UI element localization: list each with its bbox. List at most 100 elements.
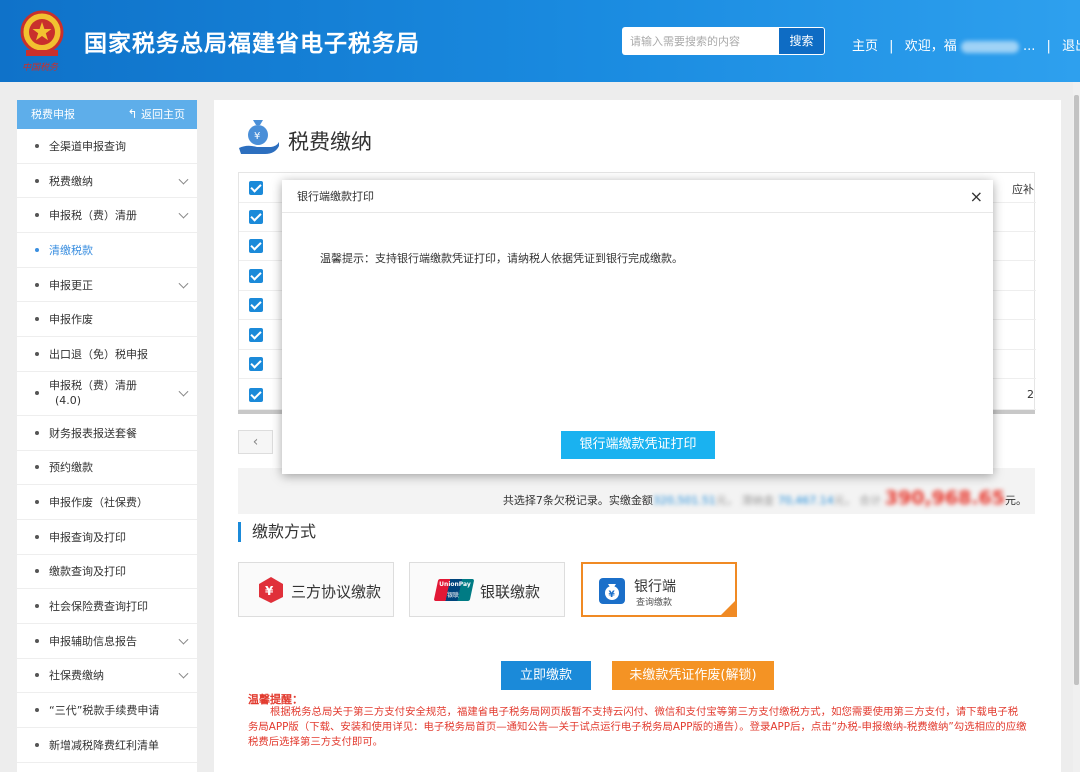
sidebar-item-label: 缴款查询及打印: [49, 565, 126, 579]
top-header: 中国税务 国家税务总局福建省电子税务局 搜索 主页 | 欢迎，福 ... | 退…: [0, 0, 1080, 82]
back-arrow-icon: ↰: [127, 107, 138, 121]
sidebar-item-label: 申报作废: [49, 313, 93, 327]
pay-method-unionpay[interactable]: UnionPay 银联 银联缴款: [409, 562, 565, 617]
sidebar-item-label: 预约缴款: [49, 461, 93, 475]
sidebar-header: 税费申报 ↰ 返回主页: [17, 100, 197, 129]
row-checkbox[interactable]: [249, 269, 263, 283]
sidebar-item[interactable]: 申报税（费）清册: [17, 198, 197, 234]
row-checkbox[interactable]: [249, 298, 263, 312]
back-home-link[interactable]: ↰ 返回主页: [127, 100, 185, 129]
svg-text:¥: ¥: [609, 590, 616, 600]
sidebar-item-label: 税费缴纳: [49, 174, 93, 188]
late-fee-unit: 元，: [833, 494, 856, 507]
sidebar-item-label: 社会保险费查询打印: [49, 600, 148, 614]
row-checkbox[interactable]: [249, 210, 263, 224]
money-bag-hand-icon: ¥: [239, 120, 279, 154]
search-input[interactable]: [622, 27, 778, 55]
sidebar-item[interactable]: 税费缴纳: [17, 164, 197, 199]
total-label: 合计: [859, 494, 882, 507]
sidebar-item[interactable]: 出口退（免）税申报: [17, 337, 197, 372]
pay-method-label: 银行端: [634, 579, 676, 595]
chevron-down-icon: [178, 278, 189, 289]
sidebar-item-label-line2: (4.0): [55, 394, 82, 408]
nav-ellipsis: ...: [1022, 39, 1036, 54]
sidebar-item[interactable]: 财务报表报送套餐: [17, 416, 197, 451]
sidebar-item-label: 社保费缴纳: [49, 669, 104, 683]
sidebar-item[interactable]: 申报辅助信息报告: [17, 624, 197, 659]
print-voucher-button[interactable]: 银行端缴款凭证打印: [561, 431, 715, 459]
paid-unit: 元，: [715, 494, 738, 507]
modal-title: 银行端缴款打印: [297, 190, 374, 203]
modal-message: 温馨提示：支持银行端缴款凭证打印，请纳税人依据凭证到银行完成缴款。: [320, 252, 683, 265]
pay-method-label: 三方协议缴款: [291, 583, 382, 601]
back-home-label: 返回主页: [141, 108, 185, 121]
sidebar-item-label: “三代”税款手续费申请: [49, 704, 160, 718]
sidebar-item[interactable]: 全渠道申报查询: [17, 129, 197, 164]
nav-logout-link[interactable]: 退出: [1062, 35, 1080, 54]
pay-method-bank[interactable]: ¥ 银行端 查询缴款: [581, 562, 737, 617]
sidebar-item[interactable]: 预约缴款: [17, 451, 197, 486]
sidebar-item[interactable]: 社保费缴纳: [17, 659, 197, 694]
tip-text: 根据税务总局关于第三方支付安全规范，福建省电子税务局网页版暂不支持云闪付、微信和…: [248, 706, 1027, 748]
search-button[interactable]: 搜索: [778, 27, 825, 55]
pay-method-sanfang[interactable]: ¥ 三方协议缴款: [238, 562, 394, 617]
close-icon[interactable]: ×: [970, 180, 983, 213]
summary-bar: 共选择7条欠税记录。实缴金额320,501.51元， 滞纳金 70,467.14…: [238, 468, 1035, 514]
pager-prev-button[interactable]: ‹: [238, 430, 273, 454]
chevron-down-icon: [178, 386, 189, 397]
nav-home-link[interactable]: 主页: [852, 35, 878, 54]
late-fee-amount: 70,467.14: [777, 494, 834, 507]
row-checkbox[interactable]: [249, 357, 263, 371]
sidebar-item-label: 申报辅助信息报告: [49, 634, 137, 648]
modal-header: 银行端缴款打印 ×: [282, 180, 993, 213]
sidebar-item-label: 出口退（免）税申报: [49, 347, 148, 361]
page-title: 税费缴纳: [288, 130, 372, 154]
total-suffix: 元。: [1005, 494, 1027, 507]
late-fee-label: 滞纳金: [741, 494, 775, 507]
sidebar-item-label: 全渠道申报查询: [49, 139, 126, 153]
sidebar-item[interactable]: 社会保险费查询打印: [17, 589, 197, 624]
pay-method-label: 银联缴款: [480, 583, 541, 601]
paid-amount: 320,501.51: [652, 494, 716, 507]
void-voucher-button[interactable]: 未缴款凭证作废(解锁): [612, 661, 774, 690]
sidebar-item[interactable]: 申报税（费）清册 (4.0): [17, 372, 197, 416]
sidebar-item[interactable]: 新增减税降费红利清单: [17, 728, 197, 763]
bank-yuan-icon: ¥: [599, 578, 625, 604]
row-checkbox[interactable]: [249, 388, 263, 402]
summary-prefix: 共选择7条欠税记录。实缴金额: [502, 494, 653, 507]
unionpay-logo-sub: 银联: [447, 592, 460, 599]
sidebar-item[interactable]: 申报更正: [17, 268, 197, 303]
summary-text: 共选择7条欠税记录。实缴金额320,501.51元， 滞纳金 70,467.14…: [503, 487, 1027, 509]
sidebar-item-label: 申报税（费）清册: [49, 379, 137, 393]
pay-now-button[interactable]: 立即缴款: [501, 661, 591, 690]
row-checkbox[interactable]: [249, 328, 263, 342]
row-checkbox[interactable]: [249, 239, 263, 253]
select-all-checkbox[interactable]: [249, 181, 263, 195]
total-amount: 390,968.65: [884, 487, 1005, 509]
site-title: 国家税务总局福建省电子税务局: [84, 31, 420, 57]
sidebar-item[interactable]: “三代”税款手续费申请: [17, 693, 197, 728]
sidebar-item-label: 申报税（费）清册: [49, 209, 137, 223]
sidebar-item[interactable]: 申报作废: [17, 302, 197, 338]
chevron-down-icon: [178, 208, 189, 219]
sidebar-item-label: 财务报表报送套餐: [49, 426, 137, 440]
sidebar-item-label: 清缴税款: [49, 243, 93, 257]
sidebar: 税费申报 ↰ 返回主页 全渠道申报查询 税费缴纳 申报税（费）清册 清缴税款 申报更正申…: [17, 100, 197, 772]
nav-separator: |: [1046, 39, 1051, 54]
chevron-down-icon: [178, 174, 189, 185]
redacted-username: [960, 40, 1019, 53]
nav-welcome: 欢迎，福: [904, 39, 957, 54]
sidebar-item-label: 申报作废（社保费）: [49, 496, 148, 510]
sidebar-menu: 全渠道申报查询 税费缴纳申报税（费）清册 清缴税款申报更正申报作废出口退（免）税申报…: [17, 129, 197, 763]
nav-separator: |: [889, 39, 894, 54]
unionpay-icon: UnionPay 银联: [433, 579, 475, 601]
chevron-down-icon: [178, 634, 189, 645]
pay-method-sublabel: 查询缴款: [636, 598, 673, 608]
chevron-down-icon: [178, 669, 189, 680]
sidebar-item[interactable]: 缴款查询及打印: [17, 555, 197, 590]
sidebar-item[interactable]: 申报作废（社保费）: [17, 485, 197, 520]
sidebar-item[interactable]: 申报查询及打印: [17, 520, 197, 555]
page-scroll-thumb[interactable]: [1074, 95, 1079, 685]
sidebar-item[interactable]: 清缴税款: [17, 233, 197, 268]
sidebar-item-label: 新增减税降费红利清单: [49, 738, 159, 752]
